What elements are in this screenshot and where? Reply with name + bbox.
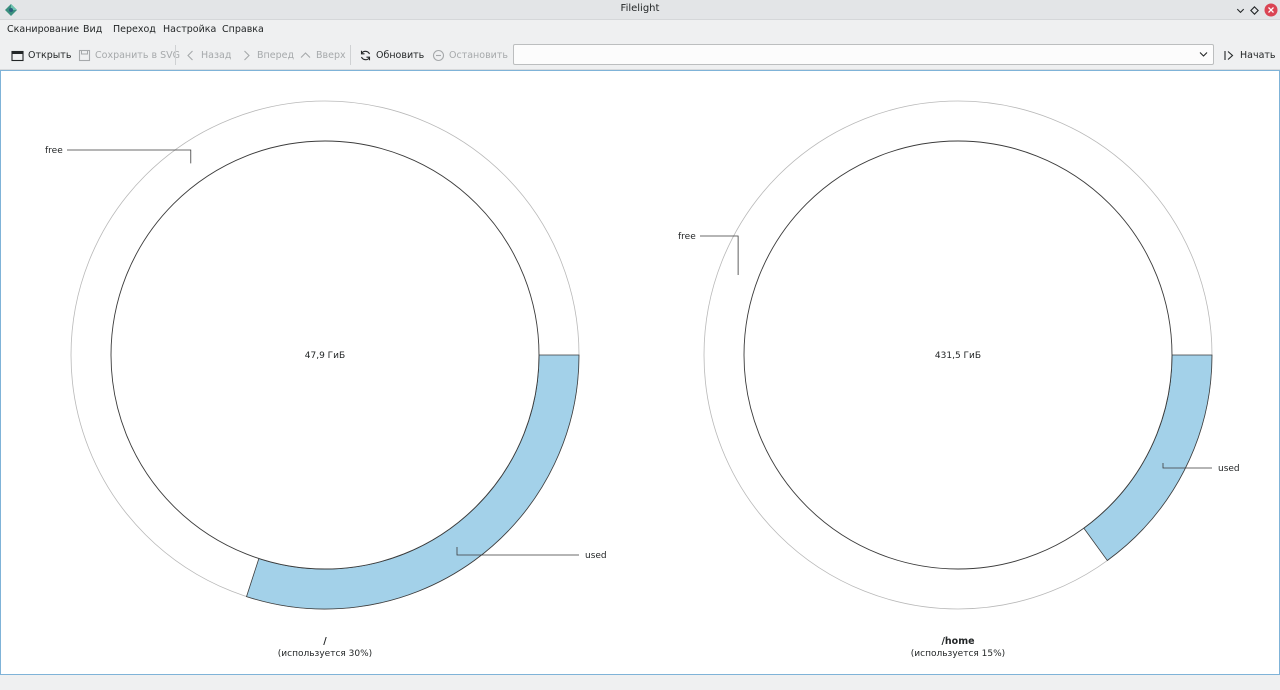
diamond-icon	[1249, 5, 1259, 15]
disk-size-label: 47,9 ГиБ	[305, 351, 345, 361]
save-svg-button[interactable]: Сохранить в SVG	[78, 47, 180, 63]
start-arrow-icon	[1224, 50, 1234, 60]
mount-point-label: /home	[941, 636, 974, 647]
disk-ring-home[interactable]: 431,5 ГиБ free used /home (используется …	[678, 100, 1240, 659]
toolbar-separator	[350, 45, 351, 65]
title-bar: Filelight	[0, 0, 1280, 20]
stop-button[interactable]: Остановить	[432, 47, 508, 63]
chevron-down-icon	[1236, 8, 1244, 13]
mount-point-label: /	[323, 636, 327, 647]
refresh-button[interactable]: Обновить	[359, 47, 424, 63]
up-button[interactable]: Вверх	[299, 47, 346, 63]
save-icon	[78, 49, 91, 61]
up-button-label: Вверх	[316, 49, 346, 61]
usage-percent-label: (используется 30%)	[278, 649, 372, 659]
status-bar	[0, 675, 1280, 690]
chevron-down-icon[interactable]	[1198, 49, 1209, 60]
start-button-label: Начать	[1240, 49, 1276, 61]
free-callout-label: free	[45, 146, 63, 156]
maximize-button[interactable]	[1247, 3, 1261, 17]
usage-percent-label: (используется 15%)	[911, 649, 1005, 659]
close-button[interactable]	[1264, 3, 1278, 17]
open-button[interactable]: Открыть	[11, 47, 71, 63]
folder-open-icon	[11, 50, 24, 61]
menu-settings[interactable]: Настройка	[163, 24, 216, 35]
minimize-button[interactable]	[1233, 3, 1247, 17]
used-callout-label: used	[1218, 464, 1240, 474]
chevron-up-icon	[300, 51, 311, 58]
chevron-left-icon	[187, 50, 193, 60]
disk-ring-root[interactable]: 47,9 ГиБ free used / (используется 30%)	[45, 100, 607, 659]
radial-map-view: 47,9 ГиБ free used / (используется 30%) …	[0, 70, 1280, 675]
menu-bar: Сканирование Вид Переход Настройка Справ…	[0, 20, 1280, 40]
open-button-label: Открыть	[28, 49, 72, 61]
back-button-label: Назад	[201, 49, 232, 61]
refresh-icon	[360, 50, 371, 60]
location-combobox[interactable]	[513, 44, 1214, 65]
used-callout-label: used	[585, 551, 607, 561]
toolbar-separator	[175, 45, 176, 65]
close-icon	[1264, 3, 1278, 17]
disk-usage-rings: 47,9 ГиБ free used / (используется 30%) …	[45, 100, 1240, 659]
disk-size-label: 431,5 ГиБ	[935, 351, 981, 361]
menu-scan[interactable]: Сканирование	[7, 24, 79, 35]
back-button[interactable]: Назад	[184, 47, 231, 63]
menu-help[interactable]: Справка	[222, 24, 264, 35]
stop-button-label: Остановить	[449, 49, 508, 61]
window-title: Filelight	[620, 3, 660, 14]
refresh-button-label: Обновить	[376, 49, 425, 61]
forward-button[interactable]: Вперед	[240, 47, 294, 63]
start-button[interactable]: Начать	[1223, 47, 1276, 63]
menu-view[interactable]: Вид	[83, 24, 102, 35]
location-input[interactable]	[518, 47, 1193, 62]
save-svg-button-label: Сохранить в SVG	[95, 49, 180, 61]
stop-icon	[432, 49, 445, 61]
menu-go[interactable]: Переход	[113, 24, 156, 35]
chevron-right-icon	[244, 50, 250, 60]
forward-button-label: Вперед	[257, 49, 295, 61]
free-callout-label: free	[678, 232, 696, 242]
